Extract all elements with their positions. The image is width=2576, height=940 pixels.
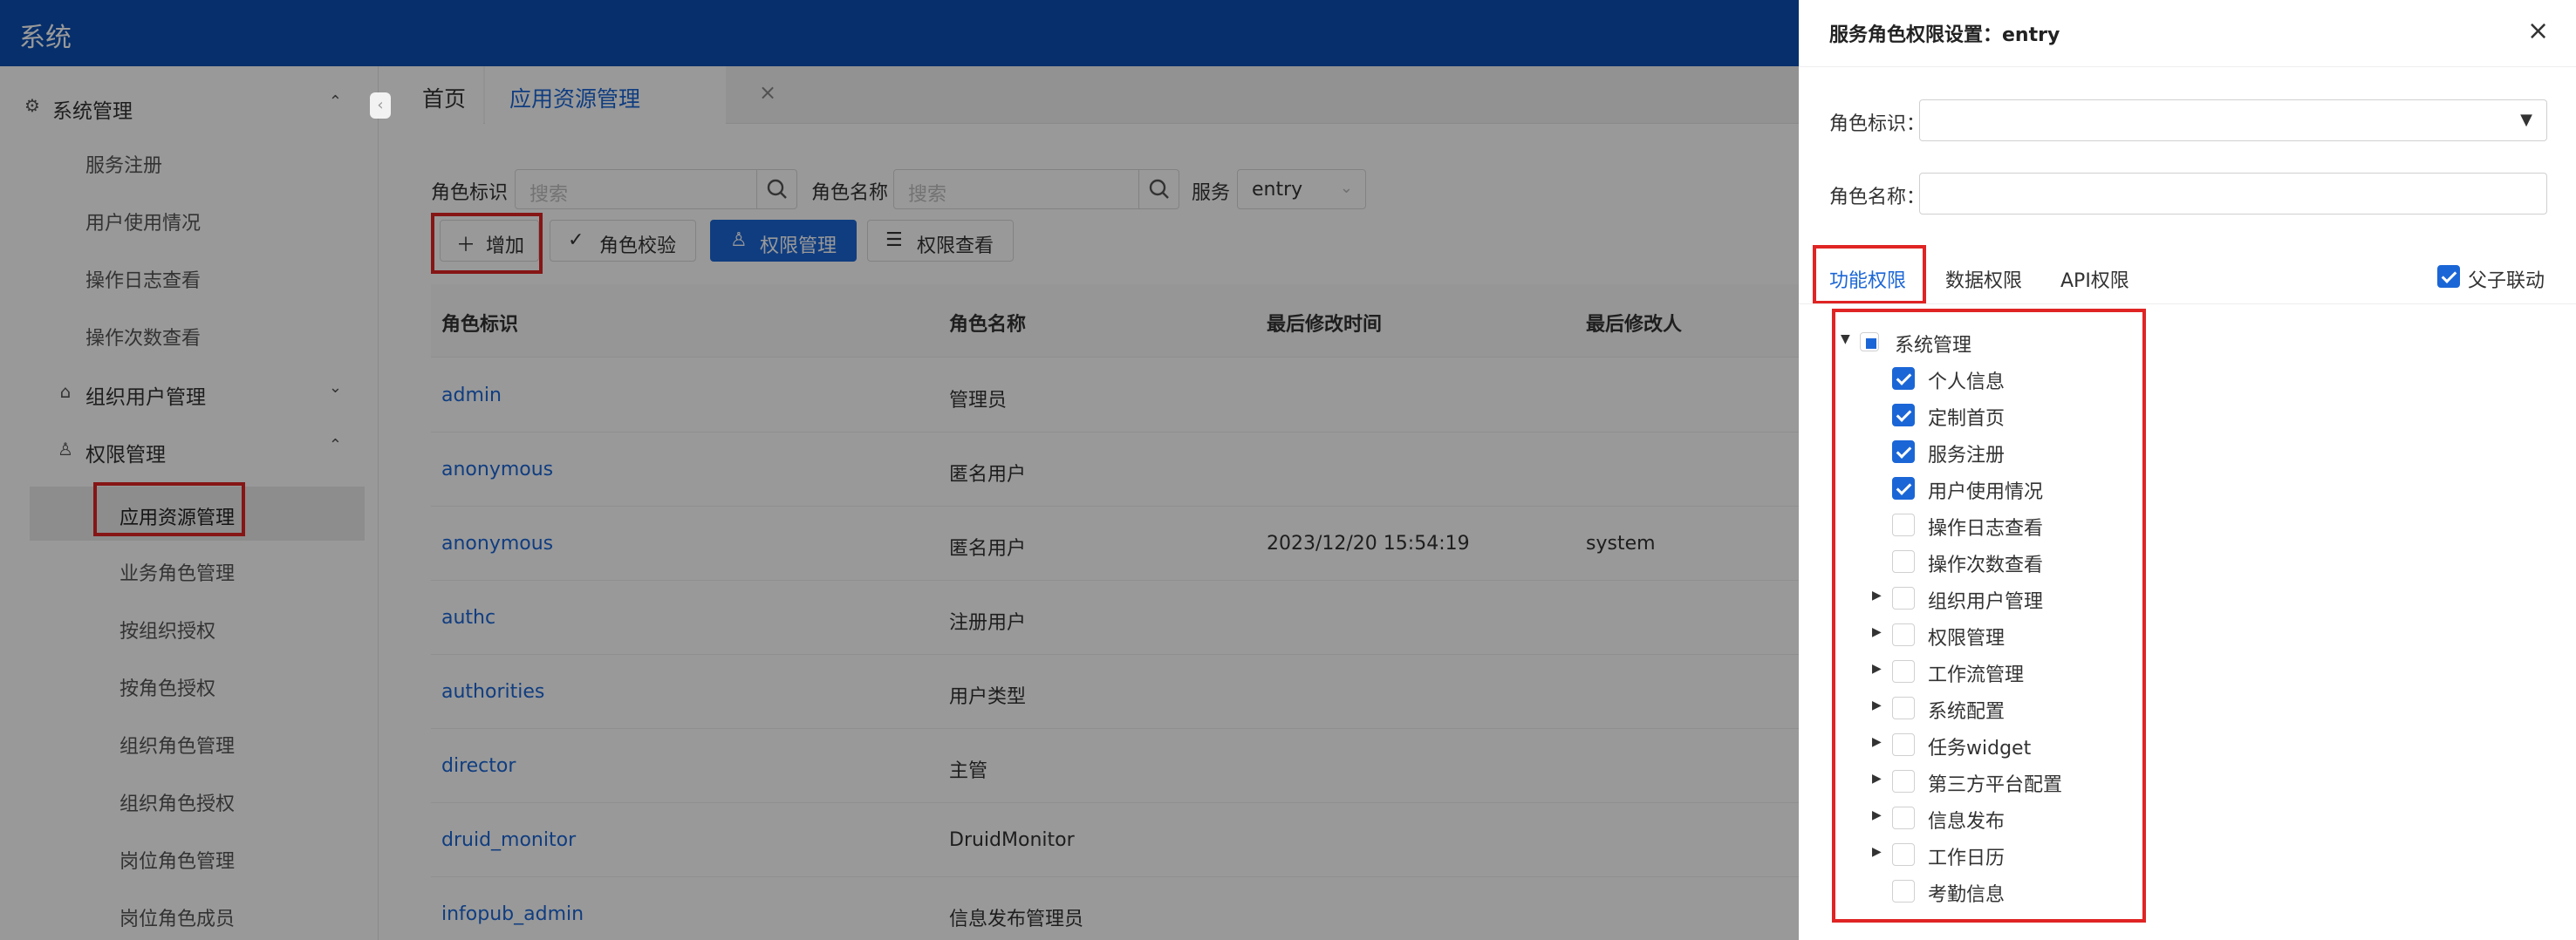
- caret-right-icon[interactable]: ▶: [1872, 772, 1882, 786]
- tree-checkbox[interactable]: [1892, 623, 1915, 646]
- tree-node-root[interactable]: ▼ 系统管理: [1799, 324, 2576, 359]
- permission-drawer: 服务角色权限设置：entry × 角色标识： ▼ 角色名称： 功能权限 数据权限…: [1799, 0, 2576, 940]
- tree-node[interactable]: ▶ 第三方平台配置: [1799, 764, 2576, 799]
- tree-checkbox[interactable]: [1892, 587, 1915, 610]
- tab-data-perm[interactable]: 数据权限: [1945, 265, 2022, 293]
- tree-node[interactable]: ▶ 权限管理: [1799, 617, 2576, 652]
- tree-node-label: 工作日历: [1928, 848, 2005, 869]
- tree-node[interactable]: 定制首页: [1799, 398, 2576, 433]
- close-icon[interactable]: ×: [2527, 16, 2549, 46]
- tree-node-label: 系统管理: [1895, 335, 1972, 357]
- tree-checkbox[interactable]: [1892, 660, 1915, 683]
- tree-node-label: 操作日志查看: [1928, 518, 2044, 540]
- tree-checkbox[interactable]: [1892, 697, 1915, 719]
- caret-right-icon[interactable]: ▶: [1872, 625, 1882, 639]
- caret-down-icon[interactable]: ▼: [1841, 332, 1850, 346]
- tree-node[interactable]: 操作次数查看: [1799, 544, 2576, 579]
- tree-node[interactable]: ▶ 工作日历: [1799, 837, 2576, 872]
- tree-node-label: 任务widget: [1928, 738, 2032, 759]
- tree-checkbox[interactable]: [1892, 514, 1915, 536]
- drawer-title: 服务角色权限设置：entry: [1829, 24, 2060, 46]
- tree-checkbox[interactable]: [1892, 367, 1915, 390]
- caret-down-icon: ▼: [2520, 111, 2532, 129]
- tree-node[interactable]: 考勤信息: [1799, 874, 2576, 909]
- tree-node[interactable]: 服务注册: [1799, 434, 2576, 469]
- tree-node-label: 工作流管理: [1928, 664, 2025, 686]
- tree-node-label: 个人信息: [1928, 371, 2005, 393]
- tree-node-label: 第三方平台配置: [1928, 774, 2063, 796]
- caret-right-icon[interactable]: ▶: [1872, 845, 1882, 859]
- tree-node-label: 定制首页: [1928, 408, 2005, 430]
- sidebar-collapse-button[interactable]: ‹: [370, 92, 391, 119]
- role-id-label: 角色标识：: [1829, 113, 1926, 135]
- caret-right-icon[interactable]: ▶: [1872, 698, 1882, 712]
- tab-function-perm[interactable]: 功能权限: [1829, 265, 1906, 293]
- tree-checkbox[interactable]: [1892, 550, 1915, 573]
- tree-node[interactable]: ▶ 工作流管理: [1799, 654, 2576, 689]
- parent-child-link-label: 父子联动: [2468, 270, 2545, 292]
- tab-api-perm[interactable]: API权限: [2060, 265, 2129, 293]
- tree-node-label: 系统配置: [1928, 701, 2005, 723]
- tree-node[interactable]: 用户使用情况: [1799, 471, 2576, 506]
- tree-node[interactable]: ▶ 系统配置: [1799, 691, 2576, 725]
- tree-node[interactable]: ▶ 组织用户管理: [1799, 581, 2576, 616]
- divider: [1799, 66, 2576, 67]
- tree-node-label: 考勤信息: [1928, 884, 2005, 906]
- tree-node[interactable]: ▶ 任务widget: [1799, 727, 2576, 762]
- tree-checkbox[interactable]: [1892, 440, 1915, 463]
- tree-node-label: 操作次数查看: [1928, 555, 2044, 576]
- tree-node-label: 权限管理: [1928, 628, 2005, 650]
- tree-checkbox[interactable]: [1892, 477, 1915, 500]
- tree-node-label: 信息发布: [1928, 811, 2005, 833]
- tree-checkbox[interactable]: [1892, 404, 1915, 426]
- tree-checkbox[interactable]: [1892, 807, 1915, 829]
- tree-node[interactable]: ▶ 信息发布: [1799, 800, 2576, 835]
- modal-overlay[interactable]: [0, 0, 1799, 940]
- caret-right-icon[interactable]: ▶: [1872, 735, 1882, 749]
- tree-checkbox[interactable]: [1860, 332, 1879, 351]
- app-root: 系统 ⚙ 系统管理 ⌃ 服务注册 用户使用情况 操作日志查看 操作次数查看 ⌂ …: [0, 0, 2576, 940]
- tree-checkbox[interactable]: [1892, 770, 1915, 793]
- tree-node-label: 用户使用情况: [1928, 481, 2044, 503]
- parent-child-link-checkbox[interactable]: [2437, 265, 2460, 288]
- tree-node[interactable]: 个人信息: [1799, 361, 2576, 396]
- tree-checkbox[interactable]: [1892, 880, 1915, 903]
- caret-right-icon[interactable]: ▶: [1872, 662, 1882, 676]
- caret-right-icon[interactable]: ▶: [1872, 808, 1882, 822]
- tree-node-label: 组织用户管理: [1928, 591, 2044, 613]
- role-name-label: 角色名称：: [1829, 187, 1926, 208]
- tree-node[interactable]: 操作日志查看: [1799, 507, 2576, 542]
- tab-divider: [1799, 303, 2576, 304]
- tree-node-label: 服务注册: [1928, 445, 2005, 467]
- caret-right-icon[interactable]: ▶: [1872, 589, 1882, 603]
- role-id-select[interactable]: ▼: [1919, 99, 2547, 141]
- tree-checkbox[interactable]: [1892, 733, 1915, 756]
- role-name-input[interactable]: [1919, 173, 2547, 215]
- tree-checkbox[interactable]: [1892, 843, 1915, 866]
